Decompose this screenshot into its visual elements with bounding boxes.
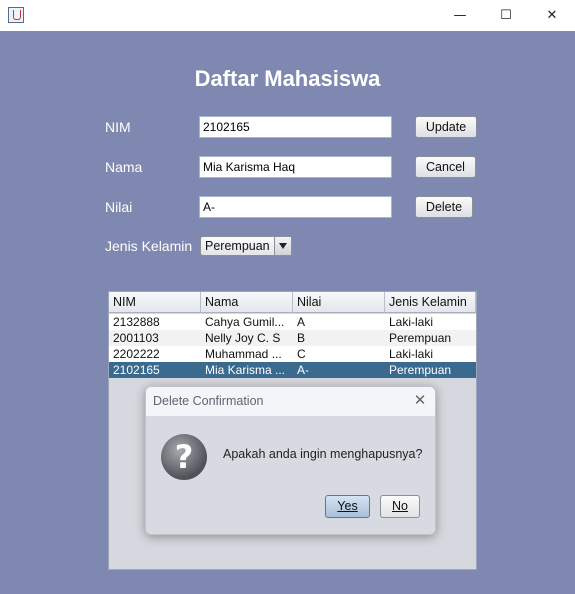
- no-button[interactable]: No: [380, 495, 420, 518]
- page-title: Daftar Mahasiswa: [194, 66, 381, 91]
- column-header-jenis-kelamin[interactable]: Jenis Kelamin: [385, 292, 476, 313]
- column-header-nama[interactable]: Nama: [201, 292, 293, 313]
- delete-confirmation-dialog: Delete Confirmation ✕ ? Apakah anda ingi…: [145, 386, 436, 535]
- cell-nim: 2202222: [113, 347, 160, 361]
- cell-jenis-kelamin: Laki-laki: [389, 347, 434, 361]
- dialog-body: ? Apakah anda ingin menghapusnya? Yes No: [146, 417, 435, 534]
- column-header-nilai[interactable]: Nilai: [293, 292, 385, 313]
- window-titlebar: — ☐ ✕: [0, 0, 575, 31]
- dialog-title: Delete Confirmation: [153, 394, 264, 408]
- nim-label: NIM: [105, 119, 131, 135]
- delete-button[interactable]: Delete: [415, 196, 473, 218]
- cell-nama: Mia Karisma ...: [205, 363, 286, 377]
- nim-field[interactable]: 2102165: [199, 116, 392, 138]
- nilai-field[interactable]: A-: [199, 196, 392, 218]
- jenis-kelamin-select[interactable]: Perempuan: [200, 236, 292, 256]
- yes-button[interactable]: Yes: [325, 495, 370, 518]
- cell-jenis-kelamin: Perempuan: [389, 331, 452, 345]
- cell-nilai: C: [297, 347, 306, 361]
- close-icon[interactable]: ✕: [411, 391, 429, 409]
- question-icon: ?: [161, 434, 207, 480]
- cell-jenis-kelamin: Perempuan: [389, 363, 452, 377]
- jenis-kelamin-label: Jenis Kelamin: [105, 238, 193, 254]
- cell-jenis-kelamin: Laki-laki: [389, 315, 434, 329]
- cancel-button[interactable]: Cancel: [415, 156, 476, 178]
- cell-nilai: A: [297, 315, 306, 329]
- update-button[interactable]: Update: [415, 116, 477, 138]
- table-row-selected[interactable]: 2102165 Mia Karisma ... A- Perempuan: [109, 362, 476, 378]
- cell-nim: 2001103: [113, 331, 159, 345]
- chevron-down-icon[interactable]: [274, 237, 291, 255]
- cell-nim: 2102165: [113, 363, 160, 377]
- cell-nilai: A-: [297, 363, 309, 377]
- dialog-message: Apakah anda ingin menghapusnya?: [223, 447, 423, 461]
- nama-label: Nama: [105, 159, 143, 175]
- jenis-kelamin-value: Perempuan: [205, 239, 270, 253]
- cell-nama: Nelly Joy C. S: [205, 331, 281, 345]
- column-header-nim[interactable]: NIM: [109, 292, 201, 313]
- cell-nim: 2132888: [113, 315, 160, 329]
- dialog-titlebar: Delete Confirmation ✕: [146, 387, 435, 417]
- minimize-button[interactable]: —: [437, 0, 483, 31]
- java-app-icon: [8, 7, 24, 23]
- cell-nilai: B: [297, 331, 306, 345]
- table-row[interactable]: 2001103 Nelly Joy C. S B Perempuan: [109, 330, 476, 346]
- table-row[interactable]: 2202222 Muhammad ... C Laki-laki: [109, 346, 476, 362]
- cell-nama: Muhammad ...: [205, 347, 282, 361]
- close-button[interactable]: ✕: [529, 0, 575, 31]
- nilai-label: Nilai: [105, 199, 133, 215]
- table-row[interactable]: 2132888 Cahya Gumil... A Laki-laki: [109, 314, 476, 330]
- maximize-button[interactable]: ☐: [483, 0, 529, 31]
- cell-nama: Cahya Gumil...: [205, 315, 285, 329]
- nama-field[interactable]: Mia Karisma Haq: [199, 156, 392, 178]
